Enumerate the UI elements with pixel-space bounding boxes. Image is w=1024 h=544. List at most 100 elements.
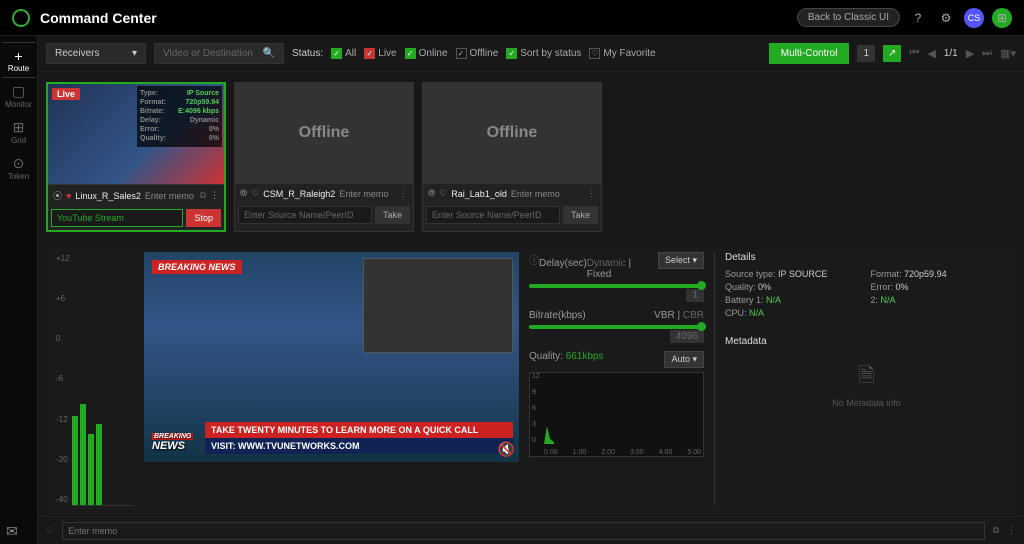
source-input[interactable]: YouTube Stream <box>51 209 183 227</box>
checkbox-icon: ✓ <box>364 48 375 59</box>
source-input[interactable]: Enter Source Name/PeerID <box>426 206 560 224</box>
heart-icon[interactable]: ♥ <box>66 191 71 201</box>
page-indicator: 1/1 <box>944 48 958 59</box>
apps-grid-icon[interactable]: ⊞ <box>992 8 1012 28</box>
source-input[interactable]: Enter Source Name/PeerID <box>238 206 372 224</box>
receivers-dropdown[interactable]: Receivers▾ <box>46 43 146 64</box>
auto-dropdown[interactable]: Auto ▾ <box>664 351 704 368</box>
last-page-icon[interactable]: ⏭ <box>982 47 992 60</box>
document-icon: 🗎 <box>725 361 1008 395</box>
memo-input[interactable]: Enter memo <box>511 189 560 199</box>
metadata-heading: Metadata <box>725 336 1008 347</box>
speaker-icon[interactable]: 🔇 <box>498 441 515 458</box>
delay-slider[interactable] <box>529 284 704 288</box>
filter-sort[interactable]: ✓Sort by status <box>506 48 581 59</box>
stop-button[interactable]: Stop <box>186 209 221 227</box>
share-icon[interactable]: ↗ <box>883 45 901 62</box>
thumbnail: Live Type:IP Source Format:720p59.94 Bit… <box>48 84 224 184</box>
grid-icon: ⊞ <box>13 119 25 136</box>
quality-value: 661kbps <box>566 351 604 362</box>
heart-icon[interactable]: ♡ <box>251 188 259 199</box>
video-preview: BREAKING NEWS BREAKINGNEWS TAKE TWENTY M… <box>144 252 519 462</box>
token-icon: ⊙ <box>13 155 25 172</box>
filter-offline[interactable]: ✓Offline <box>456 48 499 59</box>
bitrate-value[interactable]: 4096 <box>670 330 704 343</box>
mail-icon[interactable]: ✉ <box>6 523 18 540</box>
sidebar-item-route[interactable]: +Route <box>2 42 36 78</box>
power-icon: ⦾ <box>240 188 247 199</box>
sidebar-item-token[interactable]: ⊙Token <box>2 150 36 186</box>
thumbnail: Offline <box>423 83 601 183</box>
checkbox-icon: ✓ <box>331 48 342 59</box>
audio-meter: +12 +6 0 -6 -12 -20 -40 <box>54 252 134 506</box>
picture-in-picture <box>363 258 513 353</box>
footer-heart-icon[interactable]: ♡ <box>46 525 54 536</box>
app-header: Command Center Back to Classic UI ? ⚙ CS… <box>0 0 1024 36</box>
footer-popup-icon[interactable]: ⧉ <box>993 525 999 536</box>
stats-overlay: Type:IP Source Format:720p59.94 Bitrate:… <box>137 86 222 147</box>
receiver-cards: Live Type:IP Source Format:720p59.94 Bit… <box>38 72 1024 242</box>
more-icon[interactable]: ⋮ <box>587 188 596 199</box>
take-button[interactable]: Take <box>563 206 598 224</box>
receiver-card[interactable]: Offline ⦾ ♡ CSM_R_Raleigh2 Enter memo ⋮ … <box>234 82 414 232</box>
filter-all[interactable]: ✓All <box>331 48 356 59</box>
popup-icon[interactable]: ⧉ <box>200 190 206 201</box>
first-page-icon[interactable]: ⏮ <box>909 47 919 60</box>
next-page-icon[interactable]: ▶ <box>966 47 974 60</box>
news-logo: BREAKINGNEWS <box>152 433 193 452</box>
multi-control-button[interactable]: Multi-Control <box>769 43 850 64</box>
filter-live[interactable]: ✓Live <box>364 48 396 59</box>
memo-input[interactable]: Enter memo <box>339 189 388 199</box>
help-icon[interactable]: ? <box>908 8 928 28</box>
power-icon: ⦿ <box>53 189 62 202</box>
monitor-icon: ▢ <box>12 83 25 100</box>
chevron-down-icon: ▾ <box>132 48 137 59</box>
toolbar: Receivers▾ Video or Destination🔍 Status:… <box>38 36 1024 72</box>
detail-panel: +12 +6 0 -6 -12 -20 -40 BREAKING NEWS BR… <box>46 244 1016 514</box>
breaking-news-banner: BREAKING NEWS <box>152 260 242 274</box>
back-classic-button[interactable]: Back to Classic UI <box>797 8 900 27</box>
receiver-name: CSM_R_Raleigh2 <box>263 189 335 199</box>
filter-online[interactable]: ✓Online <box>405 48 448 59</box>
view-mode-icon[interactable]: ▦▾ <box>1000 47 1016 60</box>
stream-controls: ⓘ Select ▾ Delay(sec)Dynamic | Fixed 1 B… <box>529 252 704 506</box>
info-icon[interactable]: ⓘ <box>529 252 539 267</box>
lower-third-line2: VISIT: WWW.TVUNETWORKS.COM <box>205 438 513 454</box>
receiver-card[interactable]: Live Type:IP Source Format:720p59.94 Bit… <box>46 82 226 232</box>
settings-gear-icon[interactable]: ⚙ <box>936 8 956 28</box>
select-dropdown[interactable]: Select ▾ <box>658 252 704 269</box>
quality-chart: 129630 0.001.002.003.004.005.00 <box>529 372 704 457</box>
more-icon[interactable]: ⋮ <box>399 188 408 199</box>
search-input[interactable]: Video or Destination🔍 <box>154 43 284 64</box>
plus-icon: + <box>14 48 22 64</box>
thumbnail: Offline <box>235 83 413 183</box>
footer-memo-input[interactable] <box>62 522 984 540</box>
user-avatar[interactable]: CS <box>964 8 984 28</box>
sidebar-item-grid[interactable]: ⊞Grid <box>2 114 36 150</box>
details-panel: Details Source type: IP SOURCE Format: 7… <box>714 252 1008 506</box>
footer: ♡ ⧉ ⋮ <box>38 516 1024 544</box>
prev-page-icon[interactable]: ◀ <box>927 47 935 60</box>
delay-value[interactable]: 1 <box>686 289 704 302</box>
receiver-card[interactable]: Offline ⦾ ♡ Rai_Lab1_old Enter memo ⋮ En… <box>422 82 602 232</box>
no-metadata: 🗎 No Metadata info <box>725 361 1008 408</box>
bitrate-label: Bitrate(kbps) <box>529 310 586 321</box>
left-sidebar: +Route ▢Monitor ⊞Grid ⊙Token <box>0 36 38 544</box>
details-heading: Details <box>725 252 1008 263</box>
receiver-name: Rai_Lab1_old <box>451 189 507 199</box>
sidebar-item-monitor[interactable]: ▢Monitor <box>2 78 36 114</box>
checkbox-icon: ✓ <box>456 48 467 59</box>
bitrate-slider[interactable] <box>529 325 704 329</box>
footer-more-icon[interactable]: ⋮ <box>1007 525 1016 536</box>
memo-input[interactable]: Enter memo <box>145 191 194 201</box>
delay-label: Delay(sec) <box>539 258 587 280</box>
take-button[interactable]: Take <box>375 206 410 224</box>
filter-favorite[interactable]: ♡My Favorite <box>589 48 655 59</box>
receiver-name: Linux_R_Sales2 <box>75 191 141 201</box>
power-icon: ⦾ <box>428 188 435 199</box>
more-icon[interactable]: ⋮ <box>210 190 219 201</box>
live-badge: Live <box>52 88 80 100</box>
heart-icon[interactable]: ♡ <box>439 188 447 199</box>
heart-icon: ♡ <box>589 48 600 59</box>
checkbox-icon: ✓ <box>405 48 416 59</box>
